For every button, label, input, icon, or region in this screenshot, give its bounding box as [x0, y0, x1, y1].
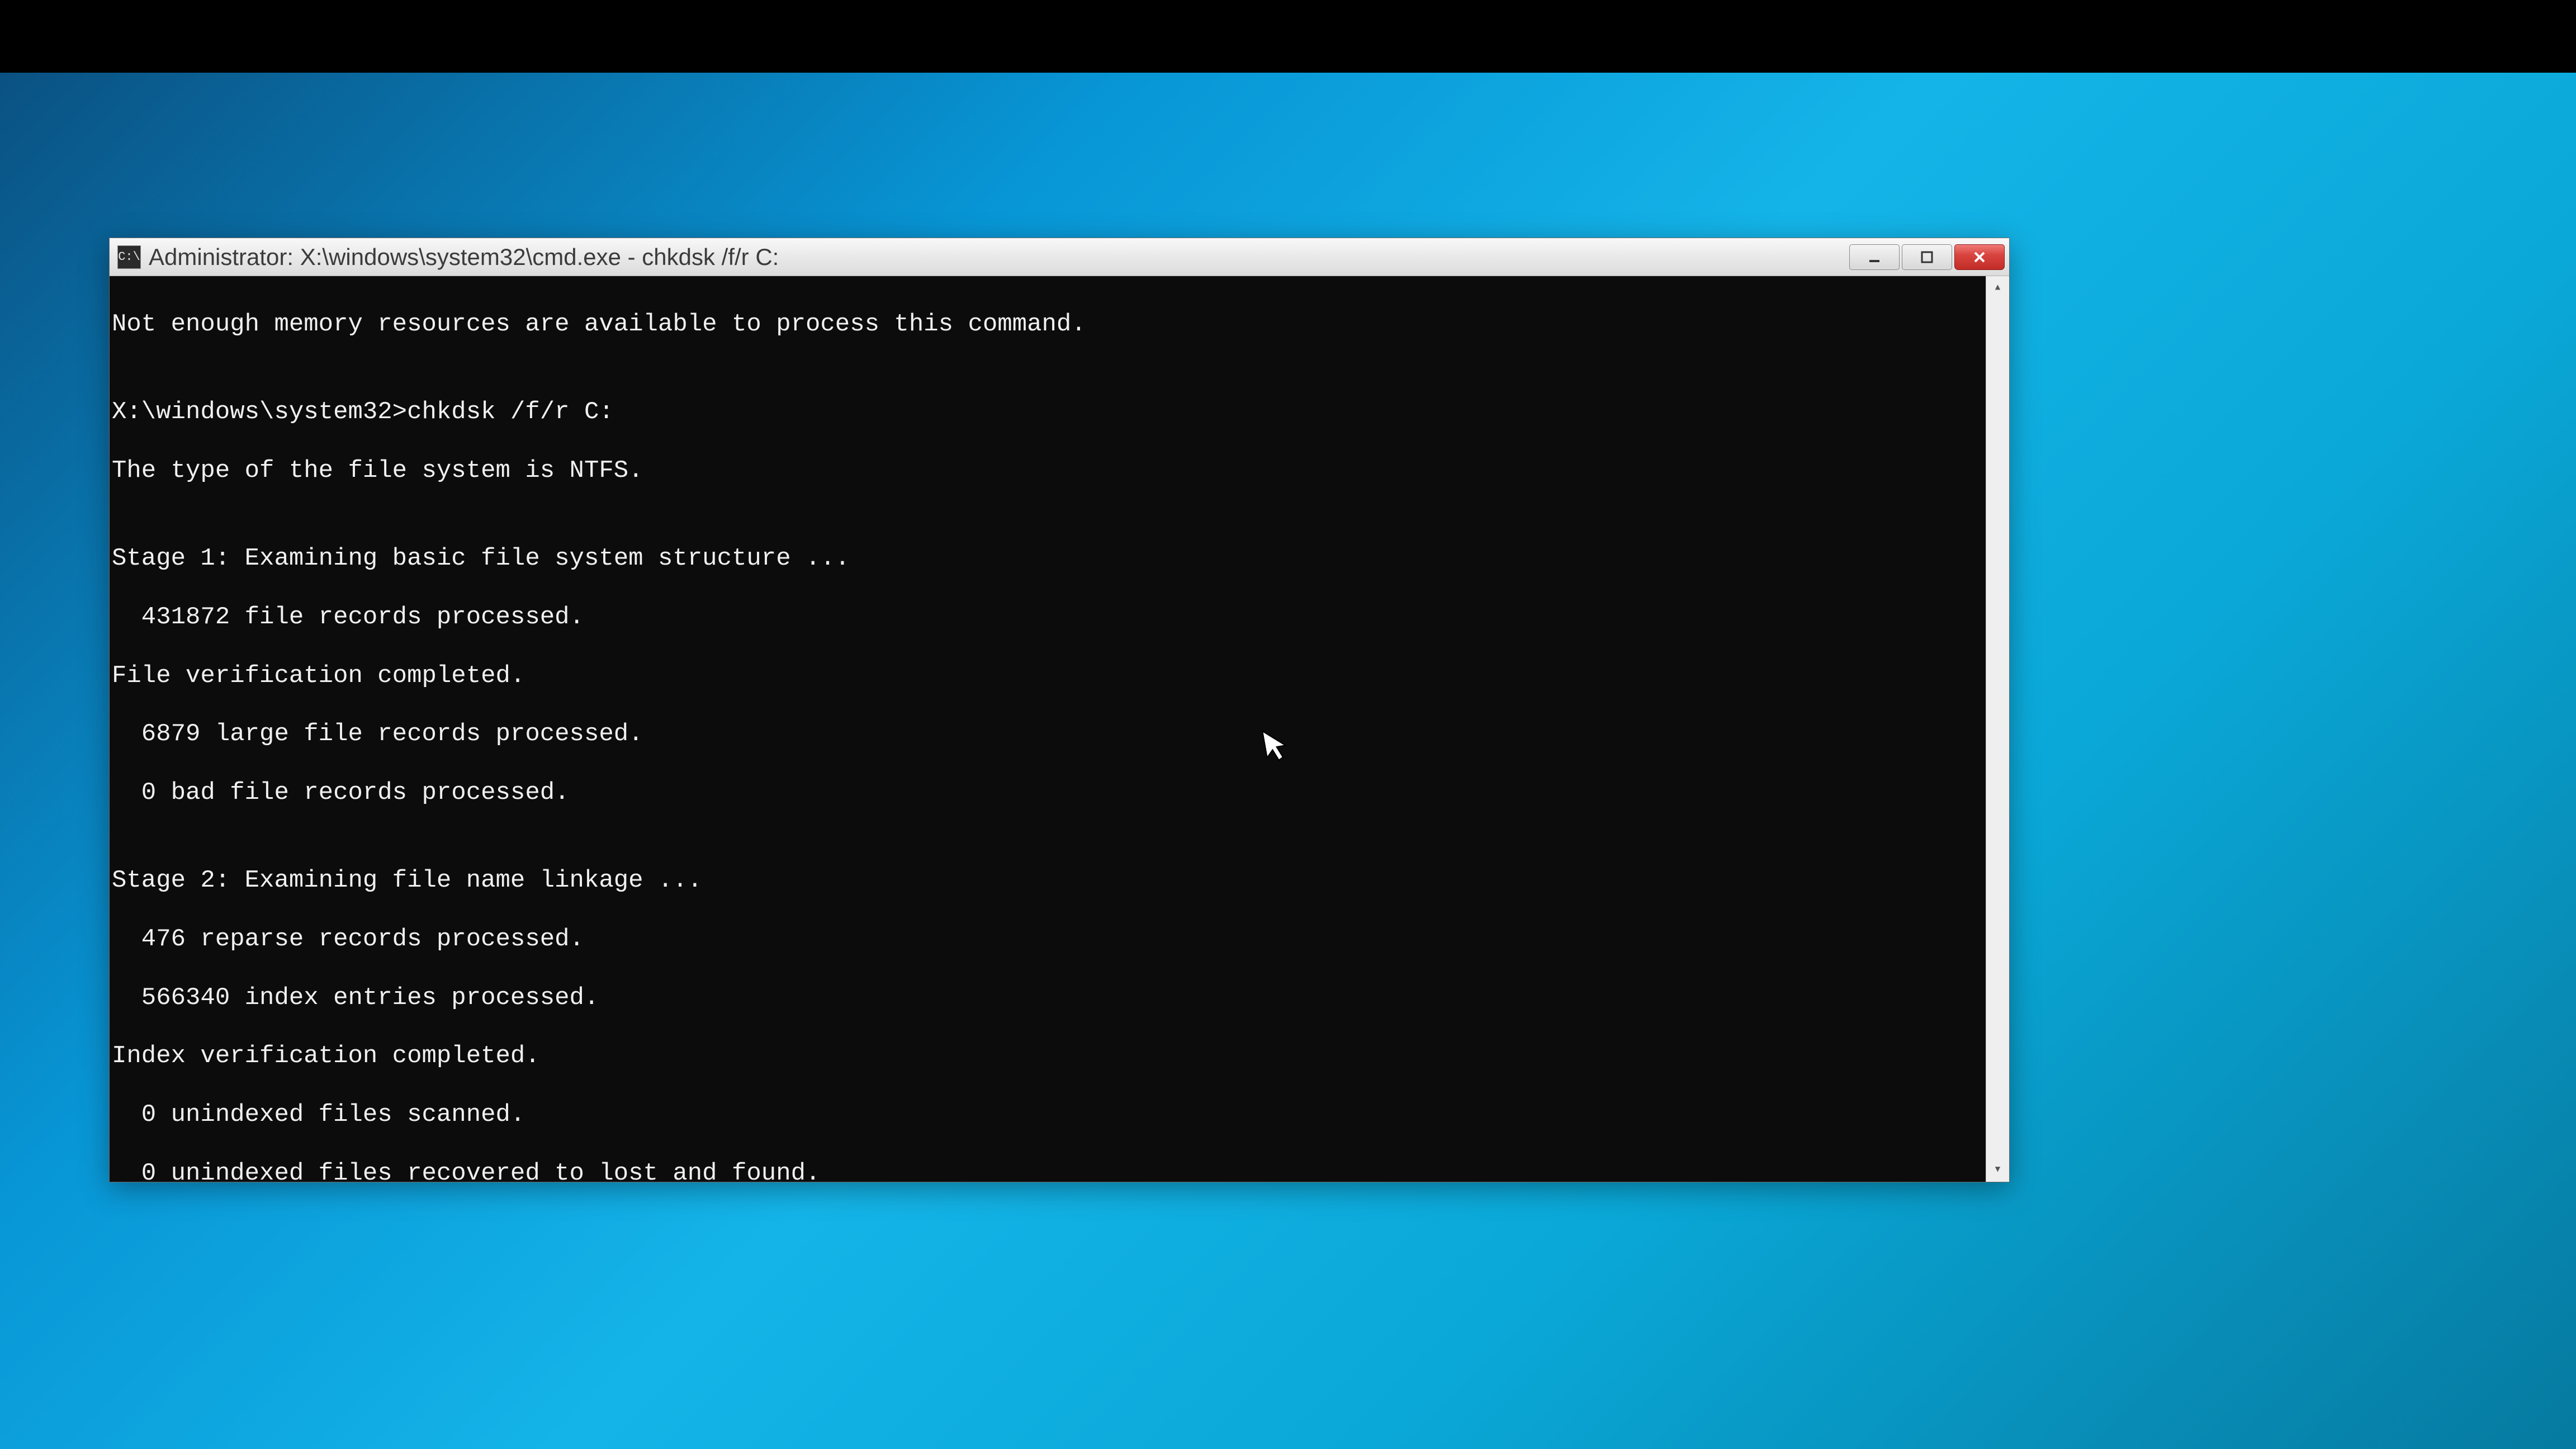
- scroll-up-arrow-icon[interactable]: ▴: [1986, 276, 2010, 300]
- console-line: 0 bad file records processed.: [112, 778, 2007, 807]
- maximize-icon: [1919, 249, 1935, 266]
- scroll-down-arrow-icon[interactable]: ▾: [1986, 1158, 2010, 1182]
- console-line: 0 unindexed files recovered to lost and …: [112, 1159, 2007, 1182]
- console-line: 6879 large file records processed.: [112, 719, 2007, 749]
- monitor-bezel-top: [0, 0, 2576, 73]
- console-output[interactable]: Not enough memory resources are availabl…: [110, 276, 2009, 1182]
- console-line: 431872 file records processed.: [112, 603, 2007, 632]
- close-icon: [1970, 248, 1989, 267]
- console-line: The type of the file system is NTFS.: [112, 456, 2007, 485]
- console-line: 0 unindexed files scanned.: [112, 1100, 2007, 1129]
- console-line: 476 reparse records processed.: [112, 925, 2007, 954]
- cmd-icon: C:\: [117, 245, 141, 269]
- console-line: Stage 2: Examining file name linkage ...: [112, 866, 2007, 895]
- minimize-button[interactable]: [1849, 244, 1900, 270]
- console-line: Stage 1: Examining basic file system str…: [112, 544, 2007, 573]
- maximize-button[interactable]: [1902, 244, 1952, 270]
- minimize-icon: [1866, 249, 1883, 266]
- console-line: X:\windows\system32>chkdsk /f/r C:: [112, 397, 2007, 427]
- console-line: File verification completed.: [112, 661, 2007, 690]
- console-line: 566340 index entries processed.: [112, 983, 2007, 1012]
- console-line: Index verification completed.: [112, 1041, 2007, 1071]
- window-controls: [1849, 244, 2005, 270]
- window-title: Administrator: X:\windows\system32\cmd.e…: [149, 244, 1849, 271]
- cmd-window: C:\ Administrator: X:\windows\system32\c…: [109, 238, 2010, 1182]
- close-button[interactable]: [1954, 244, 2005, 270]
- console-line: Not enough memory resources are availabl…: [112, 310, 2007, 339]
- scrollbar[interactable]: ▴ ▾: [1986, 276, 2009, 1182]
- titlebar[interactable]: C:\ Administrator: X:\windows\system32\c…: [110, 238, 2009, 276]
